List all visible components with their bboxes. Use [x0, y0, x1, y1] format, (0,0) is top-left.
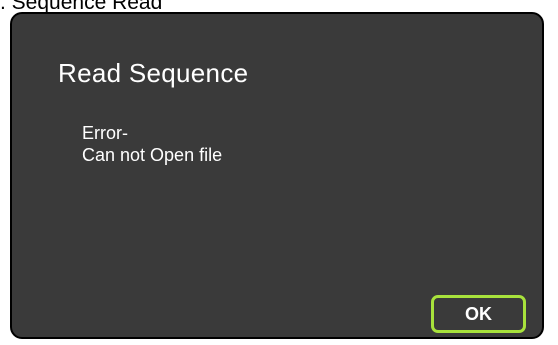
ok-button[interactable]: OK — [431, 295, 526, 333]
error-message-line-1: Error- — [82, 123, 128, 143]
error-message-line-2: Can not Open file — [82, 145, 223, 165]
error-message: Error- Can not Open file — [82, 122, 222, 166]
error-dialog: Read Sequence Error- Can not Open file O… — [10, 12, 544, 339]
dialog-title: Read Sequence — [58, 58, 249, 88]
